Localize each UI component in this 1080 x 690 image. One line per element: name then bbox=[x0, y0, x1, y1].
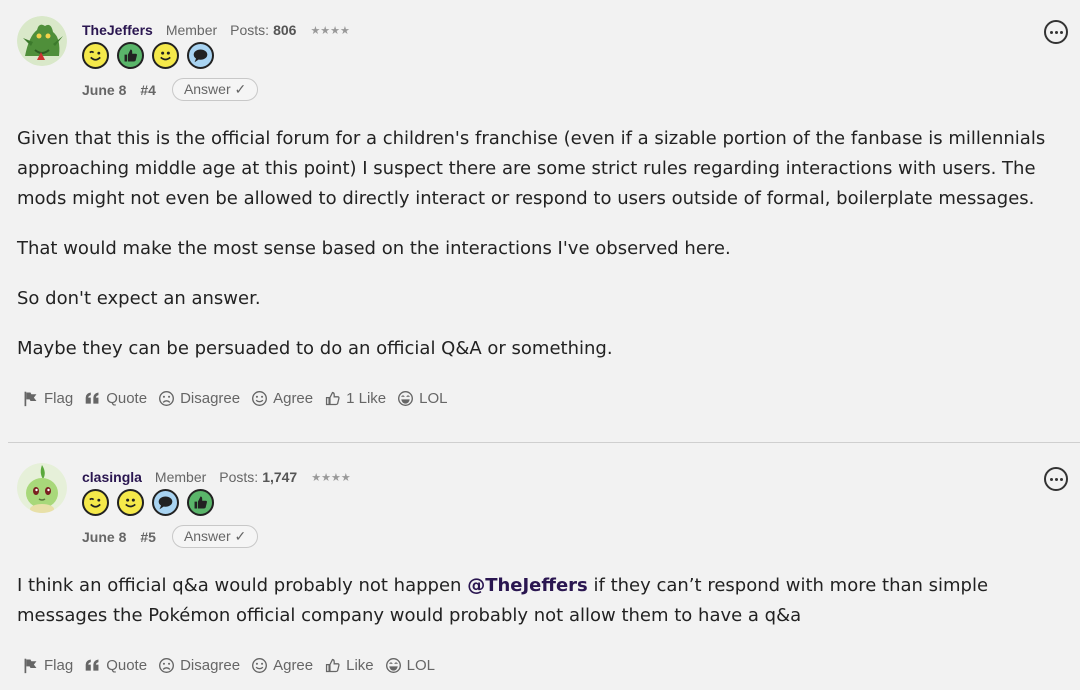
thumbs-up-icon bbox=[326, 658, 340, 673]
agree-button[interactable]: Agree bbox=[251, 390, 313, 407]
like-label: 1 Like bbox=[346, 390, 387, 407]
disagree-icon bbox=[159, 391, 175, 406]
avatar[interactable] bbox=[17, 463, 67, 513]
disagree-button[interactable]: Disagree bbox=[158, 657, 240, 674]
agree-button[interactable]: Agree bbox=[251, 657, 313, 674]
thumbs-up-badge[interactable] bbox=[187, 489, 214, 516]
user-mention-link[interactable]: @TheJeffers bbox=[467, 575, 588, 596]
post-paragraph: Maybe they can be persuaded to do an off… bbox=[17, 338, 613, 359]
reaction-bar: Flag Quote Disagree Agree Like LOL bbox=[22, 657, 446, 674]
like-label: Like bbox=[346, 657, 374, 674]
post-paragraph: Given that this is the official forum fo… bbox=[17, 128, 1046, 209]
posts-count: 1,747 bbox=[262, 469, 298, 485]
post-paragraph: That would make the most sense based on … bbox=[17, 238, 731, 259]
flag-label: Flag bbox=[44, 657, 74, 674]
forum-post: clasingla Member Posts: 1,747 ★★★★ June … bbox=[0, 443, 1080, 690]
post-body: Given that this is the official forum fo… bbox=[17, 124, 1062, 384]
laugh-icon bbox=[385, 658, 401, 673]
author-meta: clasingla Member Posts: 1,747 ★★★★ bbox=[82, 469, 351, 485]
quote-icon bbox=[85, 392, 99, 404]
posts-count: 806 bbox=[273, 22, 297, 38]
username[interactable]: TheJeffers bbox=[82, 22, 153, 38]
dot-icon bbox=[1049, 477, 1053, 481]
reaction-bar: Flag Quote Disagree Agree 1 Like LOL bbox=[22, 390, 459, 407]
post-options-button[interactable] bbox=[1044, 20, 1068, 44]
post-date[interactable]: June 8 bbox=[82, 82, 126, 98]
smile-badge[interactable] bbox=[152, 42, 179, 69]
rank-stars: ★★★★ bbox=[311, 471, 351, 484]
dot-icon bbox=[1054, 30, 1058, 34]
flag-icon bbox=[24, 391, 37, 407]
thumbs-up-badge[interactable] bbox=[117, 42, 144, 69]
answer-button[interactable]: Answer ✓ bbox=[171, 525, 259, 548]
speech-badge[interactable] bbox=[152, 489, 179, 516]
disagree-button[interactable]: Disagree bbox=[158, 390, 240, 407]
post-text: I think an official q&a would probably n… bbox=[17, 575, 468, 596]
quote-button[interactable]: Quote bbox=[84, 390, 147, 407]
avatar[interactable] bbox=[17, 16, 67, 66]
quote-label: Quote bbox=[106, 657, 148, 674]
speech-badge[interactable] bbox=[187, 42, 214, 69]
posts-label: Posts: bbox=[219, 469, 259, 485]
author-meta: TheJeffers Member Posts: 806 ★★★★ bbox=[82, 22, 350, 38]
quote-label: Quote bbox=[106, 390, 148, 407]
user-role: Member bbox=[165, 22, 218, 38]
flag-button[interactable]: Flag bbox=[22, 657, 73, 674]
user-role: Member bbox=[154, 469, 207, 485]
post-options-button[interactable] bbox=[1044, 467, 1068, 491]
post-dateline: June 8 #5 Answer ✓ bbox=[82, 525, 259, 548]
post-dateline: June 8 #4 Answer ✓ bbox=[82, 78, 259, 101]
disagree-icon bbox=[159, 658, 175, 673]
disagree-label: Disagree bbox=[180, 390, 241, 407]
lol-label: LOL bbox=[406, 657, 436, 674]
lol-button[interactable]: LOL bbox=[385, 657, 435, 674]
dot-icon bbox=[1059, 477, 1063, 481]
badge-list bbox=[82, 42, 214, 69]
username[interactable]: clasingla bbox=[82, 469, 142, 485]
flag-icon bbox=[24, 658, 37, 674]
dot-icon bbox=[1059, 30, 1063, 34]
smile-badge[interactable] bbox=[117, 489, 144, 516]
flag-button[interactable]: Flag bbox=[22, 390, 73, 407]
flag-label: Flag bbox=[44, 390, 74, 407]
dot-icon bbox=[1054, 477, 1058, 481]
badge-list bbox=[82, 489, 214, 516]
wink-badge[interactable] bbox=[82, 42, 109, 69]
agree-label: Agree bbox=[273, 390, 314, 407]
post-paragraph: I think an official q&a would probably n… bbox=[17, 571, 1062, 631]
answer-button[interactable]: Answer ✓ bbox=[171, 78, 259, 101]
agree-label: Agree bbox=[273, 657, 314, 674]
post-number[interactable]: #4 bbox=[140, 82, 156, 98]
post-date[interactable]: June 8 bbox=[82, 529, 126, 545]
like-button[interactable]: 1 Like bbox=[324, 390, 386, 407]
laugh-icon bbox=[398, 391, 414, 406]
post-number[interactable]: #5 bbox=[140, 529, 156, 545]
post-body: I think an official q&a would probably n… bbox=[17, 571, 1062, 651]
dot-icon bbox=[1049, 30, 1053, 34]
forum-post: TheJeffers Member Posts: 806 ★★★★ June 8… bbox=[0, 0, 1080, 442]
disagree-label: Disagree bbox=[180, 657, 241, 674]
lol-button[interactable]: LOL bbox=[397, 390, 448, 407]
agree-icon bbox=[252, 391, 268, 406]
agree-icon bbox=[252, 658, 268, 673]
posts-label: Posts: bbox=[230, 22, 270, 38]
rank-stars: ★★★★ bbox=[310, 24, 350, 37]
lol-label: LOL bbox=[419, 390, 448, 407]
wink-badge[interactable] bbox=[82, 489, 109, 516]
like-button[interactable]: Like bbox=[324, 657, 374, 674]
thumbs-up-icon bbox=[326, 391, 340, 406]
quote-button[interactable]: Quote bbox=[84, 657, 147, 674]
quote-icon bbox=[85, 659, 99, 671]
post-paragraph: So don't expect an answer. bbox=[17, 288, 261, 309]
